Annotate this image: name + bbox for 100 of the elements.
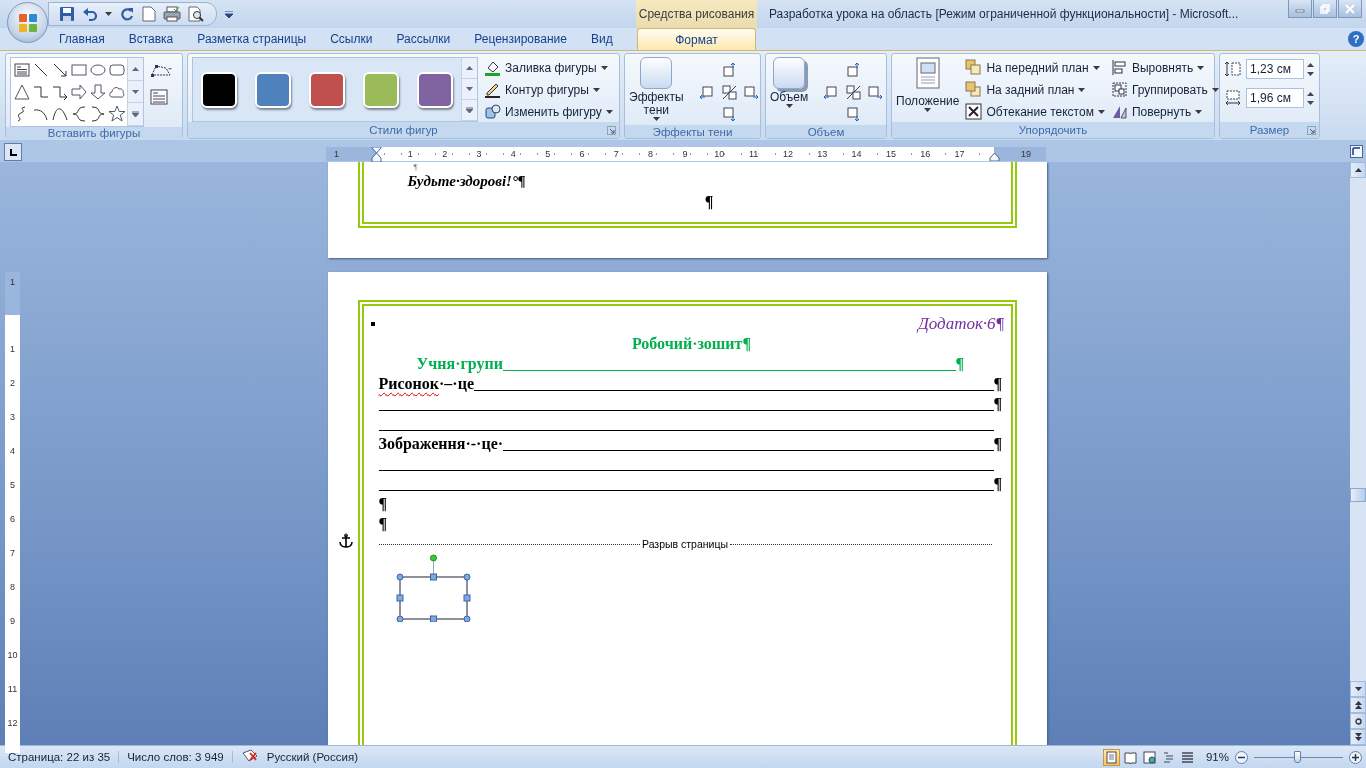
- style-swatch[interactable]: [309, 72, 345, 108]
- arrange-command[interactable]: На задний план: [965, 79, 1105, 100]
- ruler-toggle-icon: [1350, 145, 1363, 158]
- elbow-connector-icon: [31, 83, 50, 101]
- save-button[interactable]: [59, 5, 75, 23]
- indent-marker[interactable]: [371, 147, 382, 164]
- 3d-effects-button[interactable]: Объем: [770, 57, 809, 108]
- caret-icon: [652, 117, 660, 121]
- circle-icon: [1354, 717, 1362, 725]
- previous-page-button[interactable]: [1350, 697, 1366, 713]
- page-layout-icon: [915, 57, 940, 89]
- format-command[interactable]: Заливка фигуры: [484, 57, 613, 78]
- ribbon-tab[interactable]: Разметка страницы: [185, 28, 319, 50]
- 3d-toggle-icon[interactable]: [845, 84, 862, 100]
- rectangle-shape-drawing[interactable]: [393, 552, 474, 622]
- ruler-number: 7: [613, 149, 619, 159]
- height-field[interactable]: 1,23 см: [1246, 59, 1304, 79]
- style-swatch[interactable]: [255, 72, 291, 108]
- vertical-scrollbar[interactable]: [1350, 162, 1366, 745]
- customize-toolbar-button[interactable]: [225, 10, 233, 18]
- edit-points-button[interactable]: [150, 63, 174, 77]
- ribbon-tab[interactable]: Вид: [578, 28, 625, 50]
- next-page-button[interactable]: [1350, 729, 1366, 745]
- tilt-right-icon[interactable]: [867, 84, 884, 100]
- tilt-up-icon[interactable]: [845, 62, 862, 78]
- zoom-out-button[interactable]: [1235, 750, 1248, 764]
- arrange-command[interactable]: На передний план: [965, 57, 1105, 78]
- up-icon: [466, 66, 473, 70]
- scroll-thumb[interactable]: [1350, 488, 1366, 502]
- ruler-number: 8: [10, 582, 15, 592]
- nudge-down-icon[interactable]: [720, 106, 737, 122]
- zoom-in-button[interactable]: [1349, 750, 1362, 764]
- spell-check-icon[interactable]: [240, 749, 259, 763]
- plus-icon: [1352, 753, 1359, 761]
- style-swatch[interactable]: [417, 72, 453, 108]
- position-button[interactable]: Положение: [896, 57, 960, 112]
- wave-icon: [50, 105, 69, 123]
- arrange-command[interactable]: Обтекание текстом: [965, 101, 1105, 122]
- dialog-launcher-icon[interactable]: [607, 126, 616, 135]
- dialog-launcher-icon[interactable]: [1307, 126, 1316, 135]
- nudge-up-icon[interactable]: [720, 62, 737, 78]
- ribbon-tab[interactable]: Рецензирование: [462, 28, 579, 50]
- tilt-left-icon[interactable]: [823, 84, 840, 100]
- zoom-slider[interactable]: [1254, 750, 1343, 764]
- arrange-command[interactable]: Группировать: [1110, 79, 1219, 100]
- ribbon-tab[interactable]: Вставка: [116, 28, 186, 50]
- ribbon-tab[interactable]: Ссылки: [318, 28, 385, 50]
- shadow-effects-button[interactable]: Эффекты тени: [629, 57, 684, 121]
- nudge-right-icon[interactable]: [742, 84, 759, 100]
- anchor-icon: [337, 533, 354, 549]
- page-count[interactable]: Страница: 22 из 35: [0, 751, 120, 763]
- oval-icon: [88, 61, 107, 79]
- caret-icon: [600, 65, 608, 70]
- view-ruler-button[interactable]: [1349, 144, 1364, 159]
- undo-button[interactable]: [82, 5, 98, 23]
- group-label: Эффекты тени: [652, 125, 733, 138]
- close-button[interactable]: [1338, 0, 1362, 18]
- print-preview-button[interactable]: [188, 5, 204, 23]
- ribbon-tab[interactable]: Рассылки: [384, 28, 463, 50]
- style-swatch[interactable]: [201, 72, 237, 108]
- view-button[interactable]: [1102, 748, 1120, 766]
- spin-arrows-icon[interactable]: [1307, 91, 1314, 105]
- view-button[interactable]: [1140, 748, 1158, 766]
- redo-button[interactable]: [119, 5, 135, 23]
- format-command[interactable]: Изменить фигуру: [484, 101, 613, 122]
- word-count[interactable]: Число слов: 3 949: [119, 751, 233, 763]
- tab-stop-button[interactable]: [4, 143, 22, 161]
- group-label: Размер: [1249, 124, 1290, 136]
- print-button[interactable]: [163, 5, 181, 23]
- restore-button[interactable]: [1313, 0, 1337, 18]
- zoom-percent[interactable]: 91%: [1205, 751, 1229, 763]
- ribbon-tab[interactable]: Формат: [637, 28, 756, 50]
- paragraph-text: Будьте·здорові!°¶: [407, 172, 526, 190]
- ruler-number: 11: [748, 149, 759, 159]
- paragraph-text: ¶: [413, 162, 418, 172]
- arrange-command[interactable]: Выровнять: [1110, 57, 1219, 78]
- language[interactable]: Русский (Россия): [266, 751, 358, 763]
- paragraph-text: Учня·групи: [416, 354, 503, 374]
- horizontal-ruler[interactable]: 1 1 2 3 4 5 6 7 8 9 10 11 12 13 14 15 16 17 19: [326, 147, 1046, 161]
- down-arrow-icon: [1354, 687, 1362, 691]
- text-box-icon: [150, 89, 168, 105]
- style-swatch[interactable]: [363, 72, 399, 108]
- arrange-command[interactable]: Повернуть: [1110, 101, 1219, 122]
- close-icon: [1345, 3, 1355, 14]
- format-command[interactable]: Контур фигуры: [484, 79, 613, 100]
- star-shape-button[interactable]: [107, 103, 126, 125]
- nudge-left-icon[interactable]: [698, 84, 715, 100]
- scroll-up-button[interactable]: [1350, 162, 1366, 178]
- page-icon: [1104, 750, 1118, 764]
- zoom-thumb[interactable]: [1293, 750, 1301, 763]
- new-document-button[interactable]: [142, 5, 156, 23]
- help-button[interactable]: ?: [1348, 31, 1364, 47]
- shadow-toggle-icon[interactable]: [720, 84, 737, 100]
- scroll-down-button[interactable]: [1350, 681, 1366, 697]
- width-field[interactable]: 1,96 см: [1246, 88, 1304, 108]
- browse-object-button[interactable]: [1350, 713, 1366, 729]
- tilt-down-icon[interactable]: [845, 106, 862, 122]
- ribbon-tab[interactable]: Главная: [47, 28, 117, 50]
- spin-arrows-icon[interactable]: [1307, 62, 1314, 76]
- group-label: Стили фигур: [369, 124, 438, 136]
